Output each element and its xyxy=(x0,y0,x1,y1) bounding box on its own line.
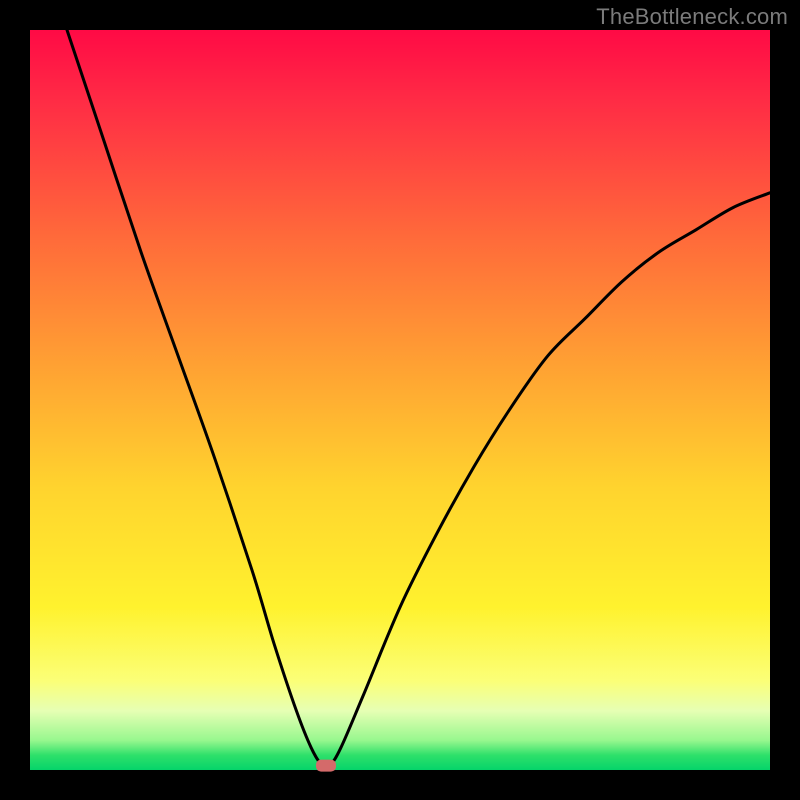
watermark-text: TheBottleneck.com xyxy=(596,4,788,30)
chart-curve-layer xyxy=(30,30,770,770)
minimum-marker xyxy=(316,760,336,772)
chart-frame: TheBottleneck.com xyxy=(0,0,800,800)
bottleneck-curve xyxy=(67,30,770,768)
